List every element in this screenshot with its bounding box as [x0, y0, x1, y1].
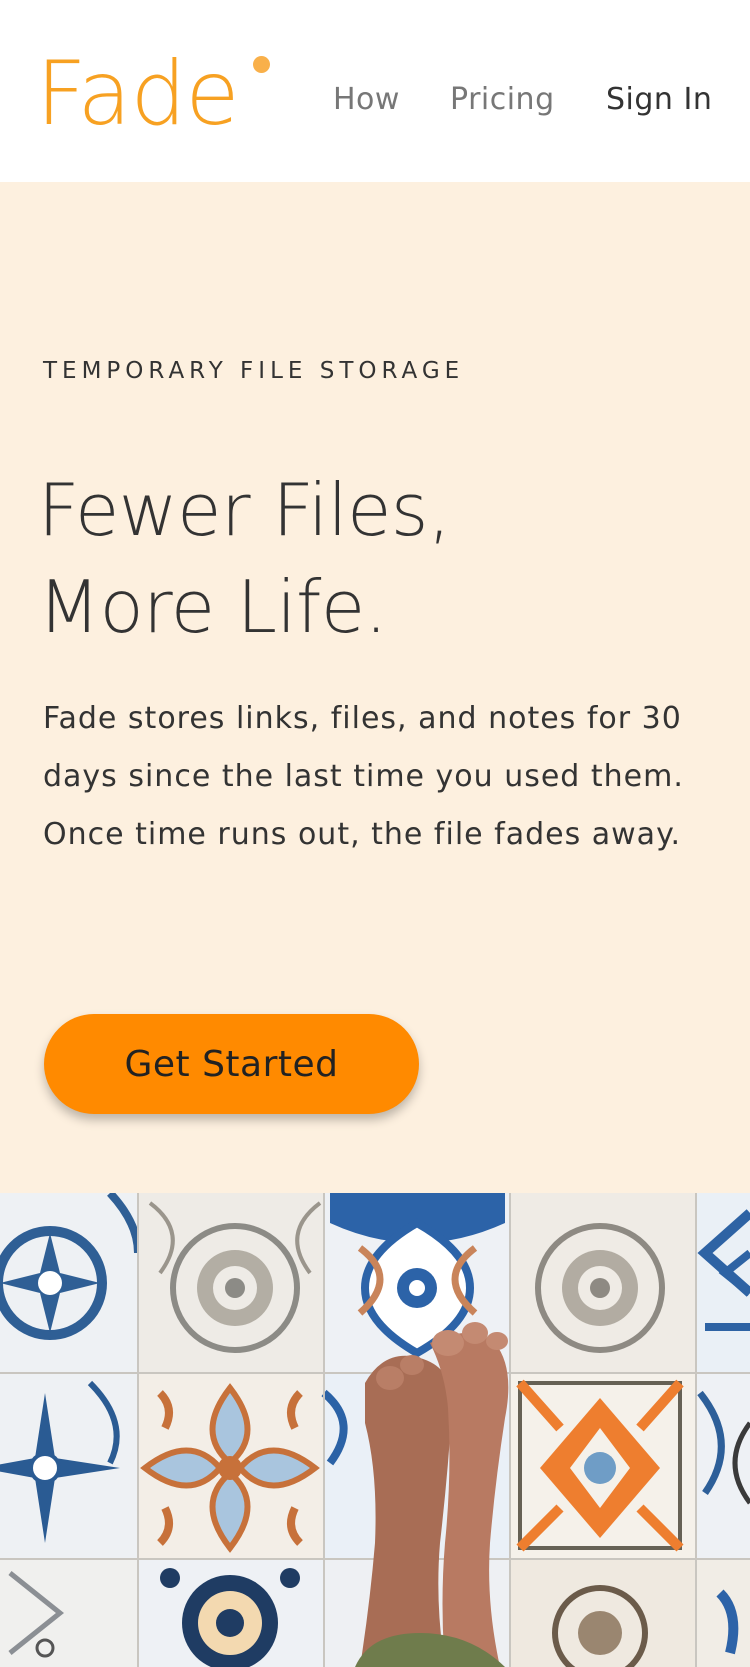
- tile-floor-image: [0, 1193, 750, 1667]
- feet-illustration: [355, 1322, 509, 1667]
- hero-headline: Fewer Files, More Life.: [38, 462, 718, 656]
- hero-section: TEMPORARY FILE STORAGE Fewer Files, More…: [0, 182, 750, 1193]
- nav-pricing-link[interactable]: Pricing: [450, 80, 555, 120]
- hero-photo-tiles-and-feet: [0, 1193, 750, 1667]
- get-started-button[interactable]: Get Started: [44, 1014, 419, 1114]
- hero-description: Fade stores links, files, and notes for …: [43, 701, 684, 852]
- nav-how-link[interactable]: How: [333, 80, 400, 120]
- tile-row-1: [0, 1193, 750, 1373]
- nav-sign-in-link[interactable]: Sign In: [606, 80, 712, 120]
- headline-line-2: More Life.: [38, 565, 388, 649]
- site-header: Fade How Pricing Sign In: [0, 0, 750, 182]
- logo-dot-icon: [253, 56, 270, 73]
- headline-line-1: Fewer Files,: [38, 468, 451, 552]
- hero-eyebrow: TEMPORARY FILE STORAGE: [43, 358, 465, 384]
- fade-logo[interactable]: Fade: [36, 44, 239, 144]
